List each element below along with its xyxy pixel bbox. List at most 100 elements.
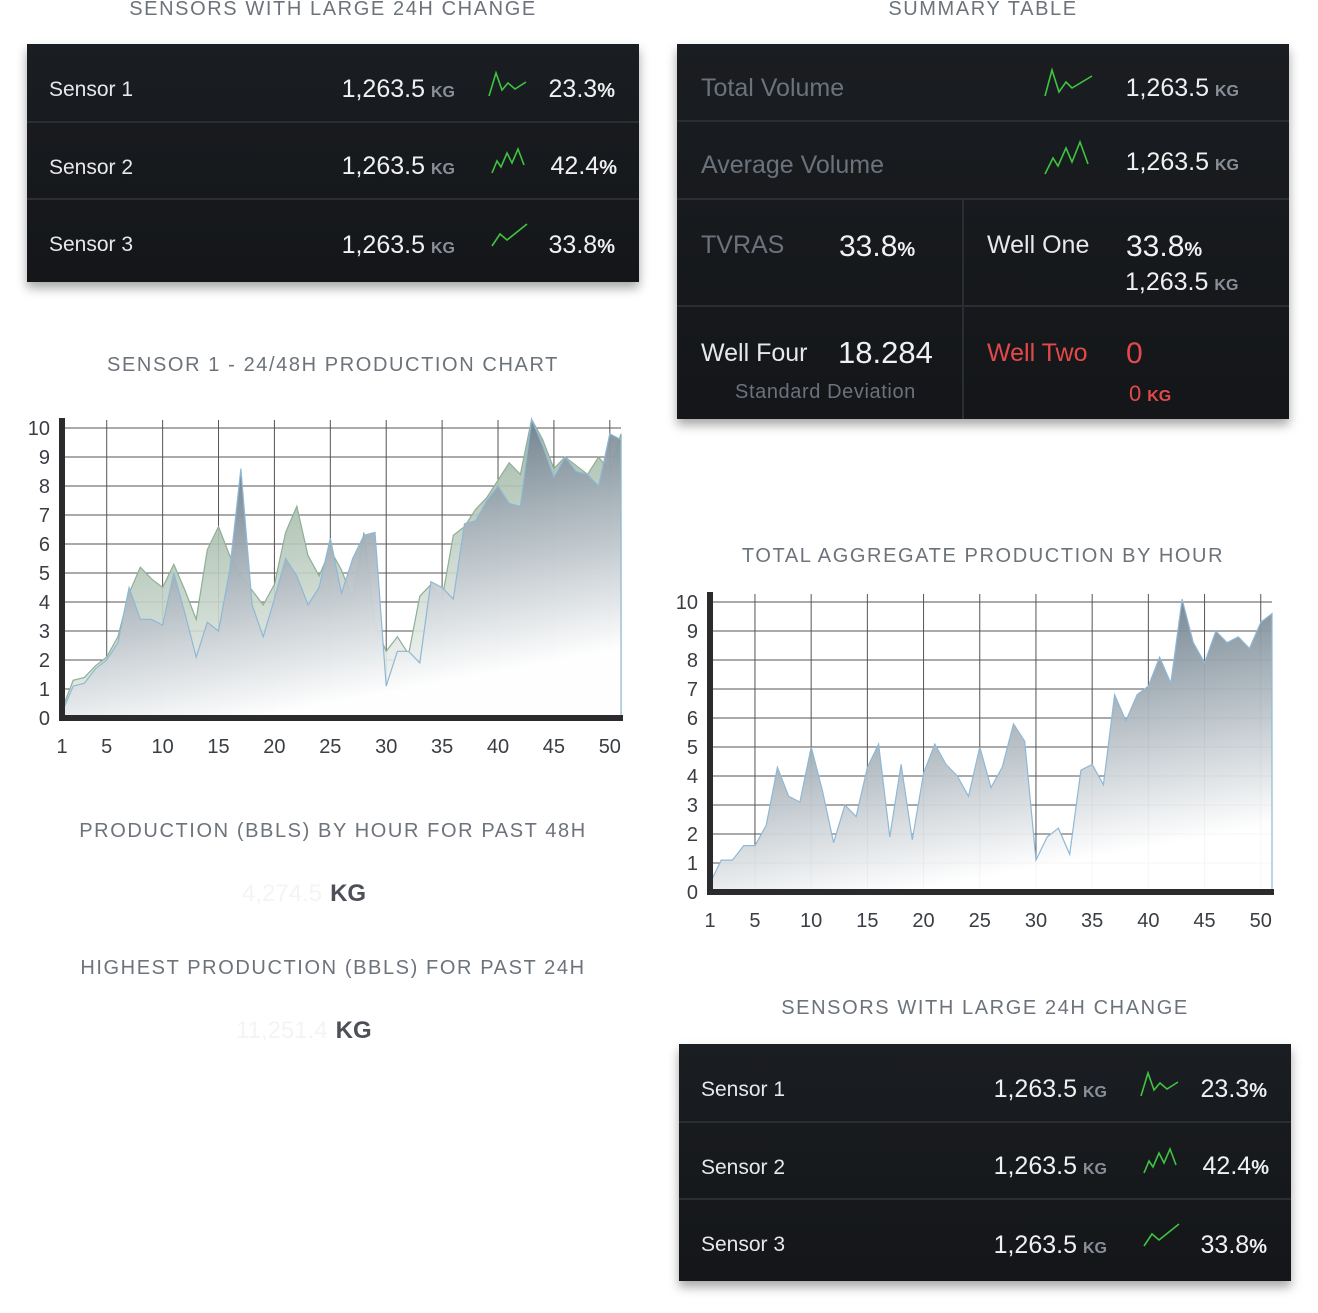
sensor-label: Sensor 1 [701,1078,786,1101]
summary-row-average[interactable]: Average Volume 1,263.5 KG [677,120,1289,200]
well-two-sub-value: 0 KG [1129,381,1172,406]
x-tick-label: 20 [263,736,285,758]
y-tick-label: 9 [687,621,698,643]
x-tick-label: 35 [1081,910,1103,932]
x-tick-label: 20 [912,910,934,932]
trend-peaks-icon [1143,1146,1177,1174]
bottom-sensors-title: SENSORS WITH LARGE 24H CHANGE [781,997,1189,1019]
x-tick-label: 50 [599,736,621,758]
x-tick-label: 10 [151,736,173,758]
sensor-pct: 23.3% [548,75,615,103]
x-tick-label: 40 [1137,910,1159,932]
series-area-2 [61,417,622,719]
aggregate-chart-title: TOTAL AGGREGATE PRODUCTION BY HOUR [741,545,1225,567]
series-area-1 [709,598,1273,893]
sensor-label: Sensor 3 [49,233,134,256]
y-tick-label: 0 [687,882,698,904]
summary-cell-well-two[interactable]: Well Two 0 0 KG [964,307,1289,419]
x-tick-label: 5 [101,736,112,758]
left-sensors-title: SENSORS WITH LARGE 24H CHANGE [129,0,537,20]
sensor-row[interactable]: Sensor 3 1,263.5 KG 33.8% [679,1198,1291,1281]
highest-title: HIGHEST PRODUCTION (BBLS) FOR PAST 24H [80,957,586,979]
sensor-row[interactable]: Sensor 3 1,263.5 KG 33.8% [27,198,639,282]
y-tick-label: 2 [687,824,698,846]
trend-check-icon [491,223,528,247]
x-tick-label: 5 [749,910,760,932]
well-four-caption: Standard Deviation [735,381,916,403]
average-volume-label: Average Volume [701,151,884,179]
sensor-pct: 42.4% [550,152,617,180]
bottom-sensors-panel: Sensor 1 1,263.5 KG 23.3% Sensor 2 1,263.… [679,1044,1291,1281]
x-tick-label: 35 [431,736,453,758]
well-four-label: Well Four [701,339,808,367]
trend-peaks-icon [491,146,525,174]
x-tick-label: 25 [319,736,341,758]
y-tick-label: 5 [687,737,698,759]
production-value: 4,274.5 KG [242,880,367,907]
total-volume-value: 1,263.5 KG [1125,74,1239,102]
sensor-label: Sensor 1 [49,78,134,101]
summary-cell-well-four[interactable]: Well Four 18.284 Standard Deviation [677,307,964,419]
summary-panel: Total Volume 1,263.5 KG Average Volume 1,… [677,44,1289,419]
sensor-row[interactable]: Sensor 1 1,263.5 KG 23.3% [679,1044,1291,1123]
x-tick-label: 30 [1025,910,1047,932]
sensor-row[interactable]: Sensor 2 1,263.5 KG 42.4% [679,1121,1291,1200]
well-two-label: Well Two [987,339,1088,367]
total-volume-label: Total Volume [701,74,845,102]
well-one-sub-value: 1,263.5 KG [1125,268,1239,296]
y-tick-label: 8 [39,476,50,498]
sensor-value: 1,263.5 KG [341,75,455,103]
x-tick-label: 50 [1250,910,1272,932]
summary-cell-tvras[interactable]: TVRAS 33.8% [677,198,964,307]
y-tick-label: 10 [676,592,698,614]
sensor-pct: 23.3% [1200,1075,1267,1103]
sensor-label: Sensor 3 [701,1233,786,1256]
trend-zigzag-icon [1140,1070,1179,1097]
y-tick-label: 2 [39,650,50,672]
sensor1-production-chart: 0123456789101 5 10 15 20 25 30 35 40 45 50 [28,417,623,758]
x-tick-label: 1 [56,736,67,758]
y-tick-label: 9 [39,447,50,469]
x-tick-label: 45 [543,736,565,758]
sensor-value: 1,263.5 KG [341,231,455,259]
x-tick-label: 45 [1193,910,1215,932]
sensor-pct: 33.8% [1200,1231,1267,1259]
summary-cell-well-one[interactable]: Well One 33.8% 1,263.5 KG [964,198,1289,307]
y-tick-label: 0 [39,708,50,730]
x-tick-label: 15 [207,736,229,758]
well-four-value: 18.284 [838,335,933,370]
x-tick-label: 30 [375,736,397,758]
average-volume-value: 1,263.5 KG [1125,148,1239,176]
y-tick-label: 1 [39,679,50,701]
sensor-row[interactable]: Sensor 1 1,263.5 KG 23.3% [27,44,639,123]
y-tick-label: 3 [39,621,50,643]
y-tick-label: 4 [687,766,698,788]
x-tick-label: 15 [856,910,878,932]
y-tick-label: 3 [687,795,698,817]
x-tick-label: 25 [969,910,991,932]
sensor-label: Sensor 2 [701,1156,786,1179]
well-two-value: 0 [1126,337,1143,370]
production-title: PRODUCTION (BBLS) BY HOUR FOR PAST 48H [79,820,587,842]
y-tick-label: 4 [39,592,50,614]
tvras-label: TVRAS [701,231,785,259]
trend-check-icon [1143,1223,1180,1247]
trend-zigzag-icon [1044,67,1093,97]
highest-value: 11,251.4 KG [236,1017,372,1044]
summary-row-total[interactable]: Total Volume 1,263.5 KG [677,44,1289,122]
sensor-pct: 42.4% [1202,1152,1269,1180]
left-sensors-panel: Sensor 1 1,263.5 KG 23.3% Sensor 2 1,263.… [27,44,639,282]
sensor-row[interactable]: Sensor 2 1,263.5 KG 42.4% [27,121,639,200]
tvras-value: 33.8% [839,230,916,263]
y-tick-label: 10 [28,418,50,440]
x-tick-label: 10 [800,910,822,932]
sensor-value: 1,263.5 KG [341,152,455,180]
well-one-value: 33.8% [1126,230,1203,263]
trend-zigzag-icon [488,70,527,97]
sensor-label: Sensor 2 [49,156,134,179]
well-one-label: Well One [987,231,1090,259]
x-tick-label: 40 [487,736,509,758]
sensor-value: 1,263.5 KG [993,1075,1107,1103]
x-tick-label: 1 [704,910,715,932]
trend-peaks-icon [1044,139,1089,175]
